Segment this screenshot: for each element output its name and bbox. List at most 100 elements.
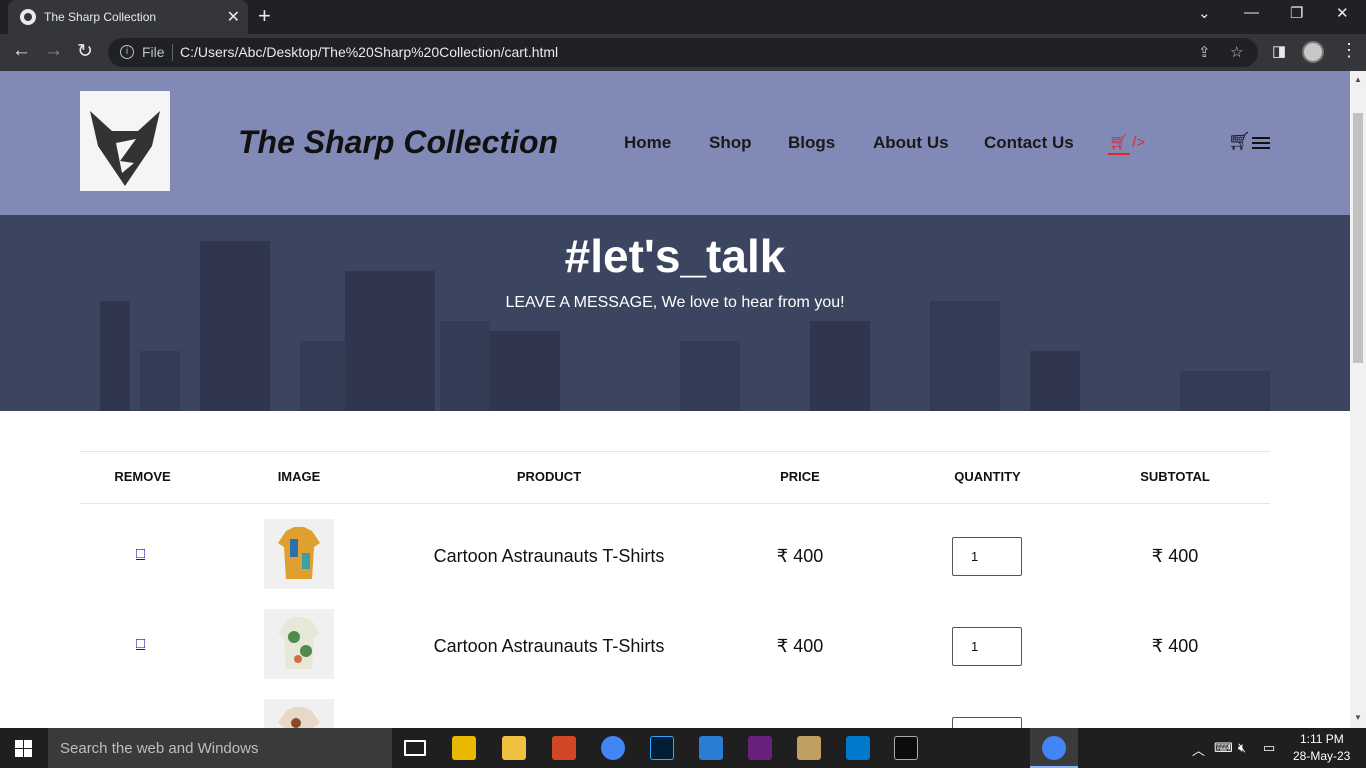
product-price: ₹ 400 bbox=[776, 546, 824, 566]
product-price: ₹ 400 bbox=[776, 636, 824, 656]
nav-contact-us[interactable]: Contact Us bbox=[984, 133, 1074, 153]
fox-logo-icon bbox=[90, 111, 160, 186]
taskbar-clock-date[interactable]: 28-May-23 bbox=[1293, 749, 1350, 763]
site-header: The Sharp Collection Home Shop Blogs Abo… bbox=[0, 71, 1350, 215]
nav-about-us[interactable]: About Us bbox=[873, 133, 949, 153]
url-scheme-label: File bbox=[142, 44, 165, 60]
nav-cart-link[interactable]: 🛒︎ /> bbox=[1109, 133, 1145, 151]
scroll-up-icon[interactable]: ▲ bbox=[1354, 75, 1362, 84]
hero-title: #let's_talk bbox=[564, 230, 786, 282]
restore-icon[interactable]: ❐ bbox=[1290, 4, 1303, 22]
header-product: PRODUCT bbox=[516, 469, 582, 484]
skyline-building bbox=[300, 341, 345, 411]
table-row: □ Cartoon Astraunauts T-Shirts ₹ 400 1 ₹… bbox=[80, 609, 1270, 699]
address-bar[interactable]: i File C:/Users/Abc/Desktop/The%20Sharp%… bbox=[108, 38, 1258, 67]
task-view-icon[interactable] bbox=[404, 740, 426, 756]
header-quantity: QUANTITY bbox=[954, 469, 1021, 484]
nav-cart-active-underline bbox=[1108, 153, 1130, 155]
share-icon[interactable]: ⇪ bbox=[1198, 43, 1211, 61]
page-scrollbar[interactable]: ▲ ▼ bbox=[1350, 71, 1366, 728]
back-icon[interactable]: ← bbox=[12, 40, 31, 62]
tab-title: The Sharp Collection bbox=[44, 10, 157, 24]
nav-blogs[interactable]: Blogs bbox=[788, 133, 835, 153]
info-icon[interactable]: i bbox=[120, 45, 134, 59]
quantity-input[interactable]: 1 bbox=[952, 537, 1022, 576]
active-chrome-task[interactable] bbox=[1030, 728, 1078, 768]
hero-subtitle: LEAVE A MESSAGE, We love to hear from yo… bbox=[505, 294, 845, 311]
app-presentation-icon[interactable] bbox=[552, 736, 576, 760]
windows-start-icon[interactable] bbox=[15, 740, 32, 757]
file-explorer-icon[interactable] bbox=[502, 736, 526, 760]
remove-item-link[interactable]: □ bbox=[136, 635, 145, 652]
product-thumbnail[interactable] bbox=[264, 699, 334, 728]
scroll-down-icon[interactable]: ▼ bbox=[1354, 713, 1362, 722]
terminal-icon[interactable] bbox=[894, 736, 918, 760]
taskbar-search-box[interactable]: Search the web and Windows bbox=[48, 728, 392, 768]
table-row bbox=[80, 699, 1270, 728]
close-tab-icon[interactable]: ✕ bbox=[227, 7, 240, 27]
product-name: Cartoon Astraunauts T-Shirts bbox=[433, 546, 665, 566]
browser-toolbar: ← → ↻ i File C:/Users/Abc/Desktop/The%20… bbox=[0, 34, 1366, 71]
minimize-icon[interactable]: — bbox=[1244, 4, 1259, 21]
skyline-building bbox=[810, 321, 870, 411]
app-tool-icon[interactable] bbox=[699, 736, 723, 760]
tab-search-icon[interactable]: ⌄ bbox=[1198, 4, 1211, 22]
remove-item-link[interactable]: □ bbox=[136, 545, 145, 562]
skyline-building bbox=[100, 301, 130, 411]
shirt-image bbox=[278, 527, 320, 579]
chrome-icon bbox=[1042, 736, 1066, 760]
skyline-building bbox=[680, 341, 740, 411]
tray-chevron-icon[interactable]: ︿ bbox=[1192, 740, 1205, 759]
nav-shop[interactable]: Shop bbox=[709, 133, 752, 153]
photoshop-icon[interactable] bbox=[650, 736, 674, 760]
menu-kebab-icon[interactable]: ⋮ bbox=[1340, 40, 1358, 61]
skyline-building bbox=[1180, 371, 1270, 411]
taskbar-search-placeholder: Search the web and Windows bbox=[60, 740, 259, 757]
shirt-image bbox=[278, 707, 320, 728]
close-window-icon[interactable]: ✕ bbox=[1336, 4, 1349, 22]
page-viewport: The Sharp Collection Home Shop Blogs Abo… bbox=[0, 71, 1350, 728]
profile-avatar[interactable] bbox=[1302, 41, 1324, 63]
skyline-building bbox=[930, 301, 1000, 411]
site-brand-title[interactable]: The Sharp Collection bbox=[238, 124, 558, 161]
hero-banner: #let's_talk LEAVE A MESSAGE, We love to … bbox=[0, 215, 1350, 411]
site-logo[interactable] bbox=[80, 91, 170, 191]
browser-tab[interactable]: The Sharp Collection ✕ bbox=[8, 0, 248, 34]
scrollbar-thumb[interactable] bbox=[1353, 113, 1363, 363]
app-archive-icon[interactable] bbox=[452, 736, 476, 760]
product-thumbnail[interactable] bbox=[264, 519, 334, 589]
chrome-icon[interactable] bbox=[601, 736, 625, 760]
app-settings-icon[interactable] bbox=[797, 736, 821, 760]
hamburger-menu-icon[interactable] bbox=[1252, 137, 1270, 151]
visual-studio-icon[interactable] bbox=[748, 736, 772, 760]
browser-tab-bar: The Sharp Collection ✕ + ⌄ — ❐ ✕ bbox=[0, 0, 1366, 34]
shirt-image bbox=[278, 617, 320, 669]
header-cart-icon[interactable]: 🛒︎ bbox=[1228, 131, 1251, 152]
vscode-icon[interactable] bbox=[846, 736, 870, 760]
header-bottom-border bbox=[80, 503, 1270, 504]
taskbar-clock-time[interactable]: 1:11 PM bbox=[1300, 732, 1344, 746]
windows-taskbar: Search the web and Windows ︿ ⌨︎ 🔇︎ ▭ 1:1… bbox=[0, 728, 1366, 768]
header-subtotal: SUBTOTAL bbox=[1140, 469, 1210, 484]
forward-icon[interactable]: → bbox=[44, 40, 63, 62]
bookmark-star-icon[interactable]: ☆ bbox=[1230, 43, 1243, 61]
globe-icon bbox=[20, 9, 36, 25]
header-image: IMAGE bbox=[277, 469, 321, 484]
product-subtotal: ₹ 400 bbox=[1151, 546, 1199, 566]
new-tab-icon[interactable]: + bbox=[258, 3, 271, 29]
product-thumbnail[interactable] bbox=[264, 609, 334, 679]
cart-icon: 🛒︎ bbox=[1109, 134, 1129, 151]
volume-muted-icon[interactable]: 🔇︎ bbox=[1238, 740, 1246, 756]
product-subtotal: ₹ 400 bbox=[1151, 636, 1199, 656]
reload-icon[interactable]: ↻ bbox=[77, 40, 93, 63]
notifications-icon[interactable]: ▭ bbox=[1263, 740, 1275, 756]
skyline-building bbox=[490, 331, 560, 411]
quantity-input[interactable]: 1 bbox=[952, 627, 1022, 666]
header-price: PRICE bbox=[780, 469, 820, 484]
url-text[interactable]: C:/Users/Abc/Desktop/The%20Sharp%20Colle… bbox=[180, 44, 558, 60]
side-panel-icon[interactable]: ◨ bbox=[1272, 42, 1286, 60]
keyboard-layout-icon[interactable]: ⌨︎ bbox=[1214, 740, 1233, 756]
address-divider bbox=[172, 44, 173, 61]
nav-home[interactable]: Home bbox=[624, 133, 671, 153]
quantity-input[interactable] bbox=[952, 717, 1022, 728]
